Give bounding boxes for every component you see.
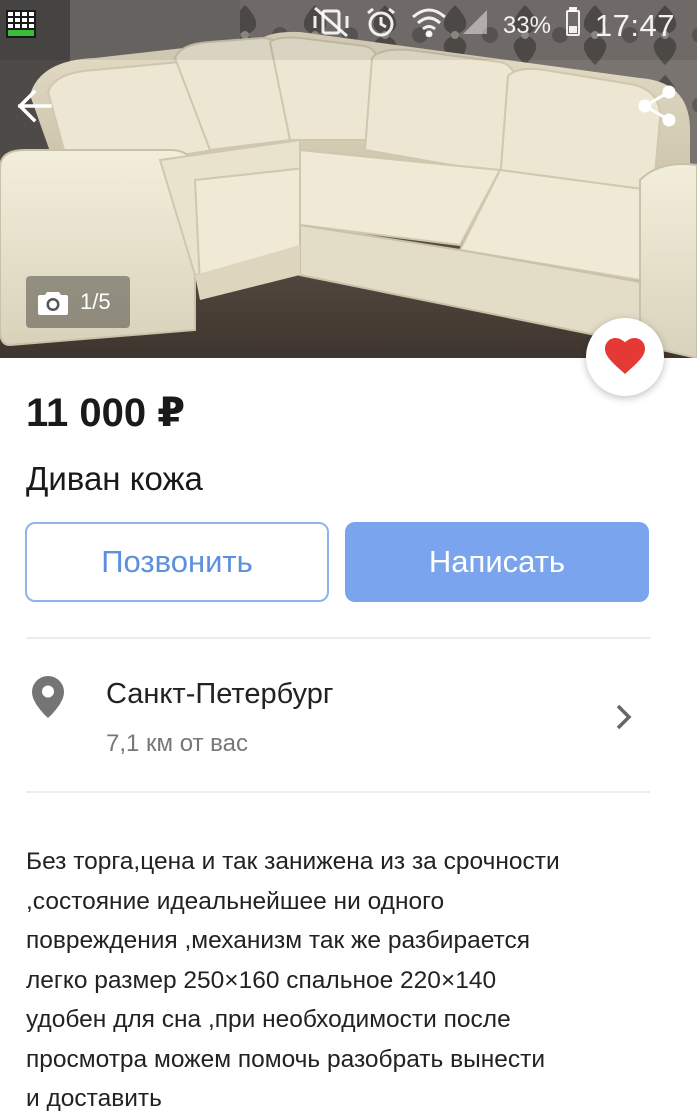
listing-description: Без торга,цена и так занижена из за сроч…	[26, 842, 666, 1118]
call-button[interactable]: Позвонить	[25, 522, 329, 602]
camera-icon	[38, 292, 68, 315]
battery-percent: 33%	[502, 11, 551, 39]
heart-icon	[605, 338, 645, 374]
write-message-button[interactable]: Написать	[345, 522, 649, 602]
share-button[interactable]	[629, 78, 685, 134]
photo-counter: 1/5	[26, 276, 130, 328]
signal-icon	[461, 8, 489, 43]
description-line: просмотра можем помочь разобрать вынести	[26, 1045, 546, 1073]
location-distance: 7,1 км от вас	[106, 730, 249, 757]
mute-vibrate-icon	[311, 6, 351, 45]
description-line: повреждения ,механизм так же разбирается	[26, 927, 531, 954]
location-pin-icon	[32, 676, 64, 723]
listing-price: 11 000 ₽	[26, 391, 186, 435]
listing-title: Диван кожа	[26, 460, 203, 497]
battery-icon	[565, 7, 581, 44]
location-city: Санкт-Петербург	[106, 678, 334, 710]
description-line: Без торга,цена и так занижена из за сроч…	[26, 848, 560, 875]
arrow-left-icon	[17, 89, 52, 123]
share-icon	[638, 85, 676, 127]
divider	[26, 791, 650, 793]
description-line: удобен для сна ,при необходимости после	[26, 1006, 511, 1033]
wifi-icon	[411, 7, 447, 44]
description-line: ,состояние идеальнейшее ни одного	[26, 887, 445, 915]
alarm-icon	[365, 6, 397, 45]
description-line: и доставить	[26, 1085, 162, 1112]
listing-photo-gallery[interactable]: 33% 17:47 1/5	[0, 0, 697, 358]
back-button[interactable]	[6, 78, 62, 134]
favorite-button[interactable]	[586, 318, 664, 396]
location-row[interactable]: Санкт-Петербург 7,1 км от вас	[0, 640, 697, 792]
app-grid-icon	[6, 10, 36, 45]
clock-time: 17:47	[594, 7, 675, 43]
description-line: легко размер 250×160 спальное 220×140	[26, 966, 497, 994]
photo-counter-text: 1/5	[80, 289, 111, 314]
divider	[26, 637, 650, 639]
chevron-right-icon	[614, 702, 634, 737]
status-bar: 33% 17:47	[0, 0, 697, 48]
